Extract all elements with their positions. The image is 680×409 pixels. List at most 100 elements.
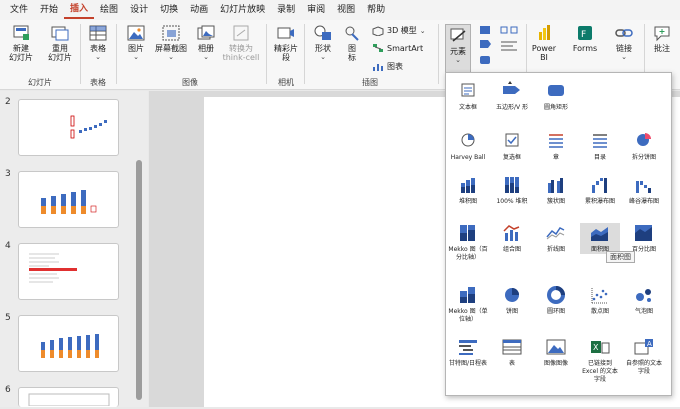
chevron-down-icon: ⌄ [419, 26, 426, 35]
menu-item[interactable]: 审阅 [301, 0, 331, 20]
gallery-item-label: 自参照的文本字段 [625, 360, 662, 375]
think-cell-align-button[interactable] [496, 24, 522, 68]
power-bi-label: Power BI [531, 44, 557, 62]
gallery-item[interactable]: 复选框 [492, 131, 532, 162]
gallery-item-label: 已链接到 Excel 的文本字段 [582, 360, 618, 383]
elements-button[interactable]: 元素 ⌄ [445, 24, 471, 76]
menu-item[interactable]: 帮助 [361, 0, 391, 20]
gallery-item[interactable]: 目录 [580, 131, 620, 162]
menu-item[interactable]: 切换 [154, 0, 184, 20]
gallery-item[interactable]: 文本框 [448, 81, 488, 112]
gallery-item[interactable]: 散点图 [580, 285, 620, 316]
screenshot-label: 屏幕截图 [155, 44, 187, 53]
chapter-icon [549, 134, 563, 148]
menu-item[interactable]: 开始 [34, 0, 64, 20]
rounded-rect-icon [548, 85, 564, 96]
gallery-item-label: 峰谷瀑布图 [628, 198, 659, 205]
gallery-item-label: 百分比图 [631, 246, 656, 253]
menu-item[interactable]: 录制 [271, 0, 301, 20]
gallery-item[interactable]: 100% 堆积 [492, 175, 532, 206]
new-slide-button[interactable]: 新建 幻灯片 [6, 24, 36, 62]
menu-item[interactable]: 插入 [64, 1, 95, 19]
album-button[interactable]: 相册 ⌄ [194, 24, 218, 62]
thumbnail-scrollbar[interactable] [136, 160, 142, 400]
menu-item[interactable]: 绘图 [94, 0, 124, 20]
new-slide-icon [13, 25, 29, 40]
comment-button[interactable]: 批注 [650, 24, 674, 53]
icons-button[interactable]: 图 标 [342, 24, 362, 62]
group-camera-label: 相机 [278, 78, 294, 87]
menu-item[interactable]: 视图 [331, 0, 361, 20]
donut-chart-icon [547, 286, 565, 304]
gallery-item[interactable]: 组合图 [492, 223, 532, 254]
slide-thumbnail-4[interactable] [18, 243, 119, 300]
power-bi-button[interactable]: Power BI [530, 24, 558, 62]
chart-button[interactable]: 图表 [372, 61, 403, 72]
harvey-ball-icon [461, 133, 475, 147]
gallery-item[interactable]: 饼图 [492, 285, 532, 316]
gallery-item[interactable]: 圆环图 [536, 285, 576, 316]
slide-thumbnail-5[interactable] [18, 315, 119, 372]
gallery-item[interactable]: X 已链接到 Excel 的文本字段 [580, 337, 620, 384]
gallery-item[interactable]: 簇状图 [536, 175, 576, 206]
gallery-item[interactable]: 图像图像 [536, 337, 576, 368]
slide-number: 6 [5, 385, 11, 395]
picture-button[interactable]: 图片 ⌄ [124, 24, 148, 62]
clip-button[interactable]: 精彩片 段 [272, 24, 300, 62]
mekko-percent-icon [460, 225, 475, 241]
slide-thumbnail-2[interactable] [18, 99, 119, 156]
gallery-item[interactable]: 章 [536, 131, 576, 162]
comment-label: 批注 [654, 44, 670, 53]
gallery-item[interactable]: 百分比图 [624, 223, 664, 254]
gallery-item[interactable]: 拆分饼图 [624, 131, 664, 162]
gallery-item[interactable]: 甘特图/日程表 [448, 337, 488, 368]
think-cell-tools-button[interactable] [474, 24, 496, 68]
gallery-item[interactable]: 表 [492, 337, 532, 368]
gallery-item-label: 组合图 [502, 246, 521, 253]
gallery-item-label: 目录 [593, 154, 606, 161]
gallery-item[interactable]: 折线图 [536, 223, 576, 254]
elements-gallery: 文本框 五边形/V 形 圆角矩形 Harvey Ball 复选框 章 目录 拆分饼图堆积图 10… [445, 72, 672, 396]
slide-thumbnail-6[interactable] [18, 387, 119, 407]
menu-item[interactable]: 文件 [4, 0, 34, 20]
convert-think-cell-button[interactable]: 转换为 think-cell [220, 24, 262, 62]
gallery-item[interactable]: 峰谷瀑布图 [624, 175, 664, 206]
gallery-item-label: 拆分饼图 [631, 154, 656, 161]
gallery-item-label: 文本框 [458, 104, 477, 111]
gallery-item[interactable]: Mekko 图（百分比轴） [448, 223, 488, 262]
menu-item[interactable]: 幻灯片放映 [214, 0, 271, 20]
stacked100-chart-icon [505, 177, 519, 193]
slide-thumbnail-pane: 2 3 4 5 6 [0, 91, 148, 407]
gallery-item[interactable]: A 自参照的文本字段 [624, 337, 664, 376]
gallery-item[interactable]: Mekko 图（单位轴） [448, 285, 488, 324]
gallery-item[interactable]: 累积瀑布图 [580, 175, 620, 206]
3d-model-button[interactable]: 3D 模型 ⌄ [372, 25, 426, 36]
gallery-item[interactable]: 面积图 [580, 223, 620, 254]
gallery-item[interactable]: 圆角矩形 [536, 81, 576, 112]
menu-item[interactable]: 动画 [184, 0, 214, 20]
forms-button[interactable]: F Forms [570, 24, 600, 53]
smartart-button[interactable]: SmartArt [372, 43, 423, 53]
elements-label: 元素 [450, 47, 466, 56]
screenshot-button[interactable]: 屏幕截图 ⌄ [152, 24, 190, 62]
shapes-button[interactable]: 形状 ⌄ [310, 24, 336, 62]
gallery-item[interactable]: Harvey Ball [448, 131, 488, 162]
icons-label: 图 标 [348, 44, 356, 62]
link-button[interactable]: 链接 ⌄ [610, 24, 638, 62]
slide-number: 5 [5, 313, 11, 323]
reuse-slide-button[interactable]: 重用 幻灯片 [45, 24, 75, 62]
gallery-item[interactable]: 堆积图 [448, 175, 488, 206]
gallery-item[interactable]: 气泡图 [624, 285, 664, 316]
divider [266, 24, 267, 84]
table-button[interactable]: 表格 ⌄ [86, 24, 110, 62]
gallery-item-label: 圆角矩形 [543, 104, 568, 111]
slide-preview-waterfall [70, 115, 107, 139]
gallery-item-label: 五边形/V 形 [495, 104, 529, 111]
menu-item[interactable]: 设计 [124, 0, 154, 20]
checkbox-icon [505, 133, 519, 147]
gallery-item-label: Mekko 图（百分比轴） [448, 246, 488, 261]
gallery-item[interactable]: 五边形/V 形 [492, 81, 532, 112]
toc-icon [593, 134, 607, 148]
slide-thumbnail-3[interactable] [18, 171, 119, 228]
smartart-label: SmartArt [387, 43, 424, 53]
